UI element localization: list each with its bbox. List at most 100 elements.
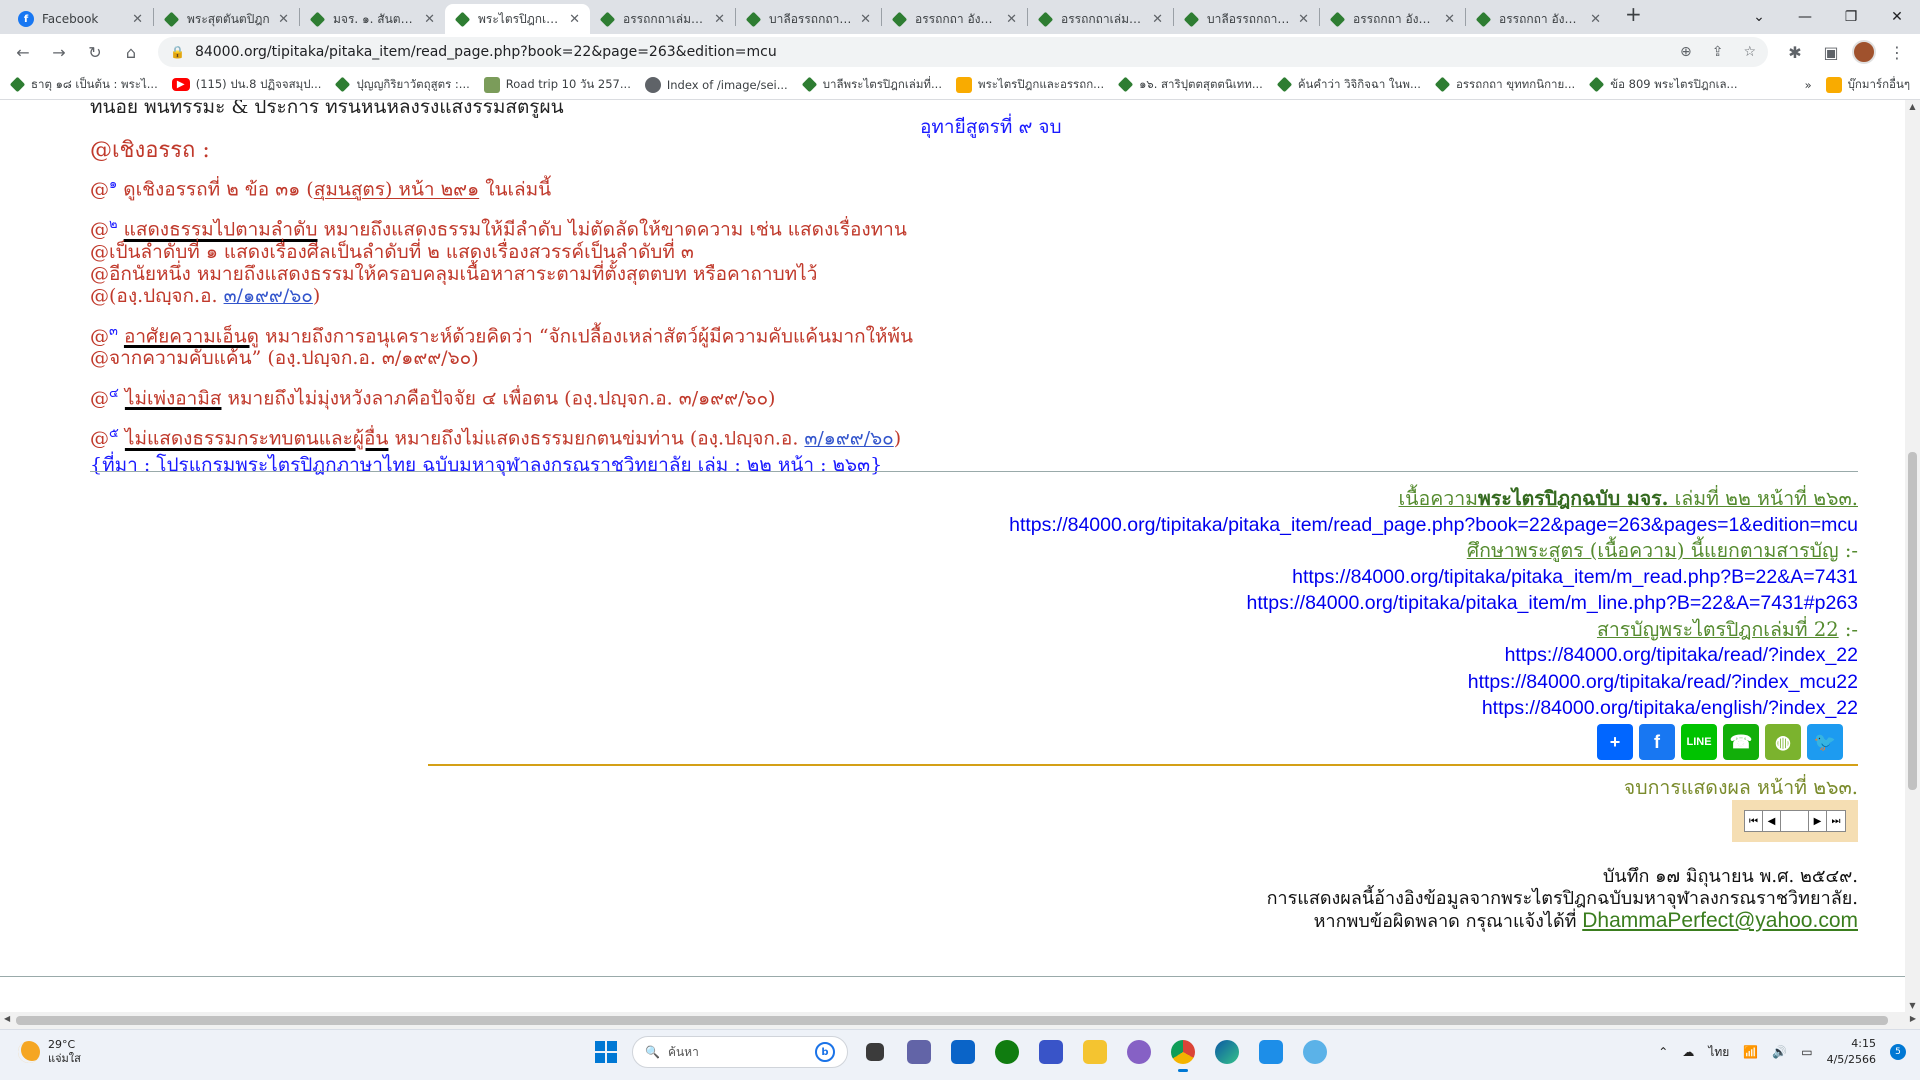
close-icon[interactable]: ✕: [860, 12, 871, 27]
close-icon[interactable]: ✕: [714, 12, 725, 27]
prev-page-button[interactable]: ◀: [1763, 811, 1781, 831]
facebook-share-button[interactable]: f: [1639, 724, 1675, 760]
notification-badge[interactable]: 5: [1890, 1044, 1906, 1060]
next-page-button[interactable]: ▶: [1809, 811, 1827, 831]
scroll-down-icon[interactable]: ▼: [1905, 1001, 1920, 1010]
home-icon[interactable]: ⌂: [116, 37, 146, 67]
reference-link[interactable]: ๓/๑๙๙/๖๐: [804, 428, 893, 450]
browser-tab[interactable]: พระไตรปิฎกเล่มที่ ✕: [445, 4, 590, 34]
app-icon[interactable]: [1254, 1035, 1288, 1069]
teams-chat-icon[interactable]: [902, 1035, 936, 1069]
language-indicator[interactable]: ไทย: [1708, 1043, 1729, 1062]
restore-button[interactable]: ❐: [1828, 0, 1874, 34]
scroll-up-icon[interactable]: ▲: [1905, 102, 1920, 111]
browser-tab[interactable]: บาลีอรรถกถาเล่มที่ ✕: [1174, 4, 1319, 34]
horizontal-scrollbar[interactable]: ◀ ▶: [0, 1012, 1920, 1029]
taskbar-search[interactable]: 🔍 ค้นหา b: [632, 1036, 848, 1068]
cloud-icon[interactable]: ☁: [1682, 1045, 1694, 1059]
bookmark-item[interactable]: บาลีพระไตรปิฎกเล่มที่...: [801, 76, 942, 94]
mail-icon[interactable]: [946, 1035, 980, 1069]
addtoany-share-button[interactable]: +: [1597, 724, 1633, 760]
chrome-icon[interactable]: [1166, 1035, 1200, 1072]
bookmark-item[interactable]: อรรถกถา ขุททกนิกาย...: [1434, 76, 1575, 94]
url-link-english-index[interactable]: https://84000.org/tipitaka/english/?inde…: [1482, 697, 1858, 719]
browser-tab[interactable]: อรรถกถา อังคุตตร ✕: [882, 4, 1027, 34]
close-icon[interactable]: ✕: [1298, 12, 1309, 27]
browser-tab[interactable]: อรรถกถาเล่มที่ ๑๖ ✕: [1028, 4, 1173, 34]
url-link-m-read[interactable]: https://84000.org/tipitaka/pitaka_item/m…: [1292, 566, 1858, 588]
app-icon[interactable]: [1122, 1035, 1156, 1069]
scroll-thumb[interactable]: [1908, 452, 1917, 790]
bookmark-item[interactable]: ปุญญกิริยาวัตถุสูตร :...: [335, 76, 470, 94]
reference-link[interactable]: ๓/๑๙๙/๖๐: [224, 285, 313, 307]
back-icon[interactable]: ←: [8, 37, 38, 67]
browser-tab[interactable]: f Facebook ✕: [8, 4, 153, 34]
footnote-link[interactable]: สุมนสูตร) หน้า ๒๙๑: [314, 178, 479, 200]
task-view-icon[interactable]: [858, 1035, 892, 1069]
study-by-index-link[interactable]: ศึกษาพระสูตร (เนื้อความ) นี้แยกตามสารบัญ: [1467, 539, 1839, 562]
url-link-m-line[interactable]: https://84000.org/tipitaka/pitaka_item/m…: [1247, 592, 1858, 614]
xbox-icon[interactable]: [990, 1035, 1024, 1069]
extensions-icon[interactable]: ✱: [1780, 37, 1810, 67]
bookmark-item[interactable]: ธาตุ ๑๘ เป็นต้น : พระไ...: [9, 76, 158, 94]
reload-icon[interactable]: ↻: [80, 37, 110, 67]
close-icon[interactable]: ✕: [1152, 12, 1163, 27]
bookmark-star-icon[interactable]: ☆: [1743, 44, 1756, 60]
email-link[interactable]: DhammaPerfect@yahoo.com: [1582, 909, 1858, 932]
index-link[interactable]: สารบัญพระไตรปิฎกเล่มที่ 22: [1597, 618, 1839, 641]
app-icon[interactable]: [1034, 1035, 1068, 1069]
browser-tab[interactable]: อรรถกถา อังคุตตร ✕: [1466, 4, 1611, 34]
browser-tab[interactable]: พระสุตตันตปิฎก ✕: [154, 4, 299, 34]
volume-icon[interactable]: 🔊: [1772, 1045, 1787, 1059]
line-share-button[interactable]: LINE: [1681, 724, 1717, 760]
url-link-read-page[interactable]: https://84000.org/tipitaka/pitaka_item/r…: [1009, 514, 1858, 536]
bing-icon[interactable]: b: [815, 1042, 835, 1062]
file-explorer-icon[interactable]: [1078, 1035, 1112, 1069]
browser-tab[interactable]: บาลีอรรถกถาเล่มที่ ✕: [736, 4, 881, 34]
bookmark-item[interactable]: ค้นคำว่า วิจิกิจฉา ในพ...: [1276, 76, 1421, 94]
close-icon[interactable]: ✕: [278, 12, 289, 27]
wechat-share-button[interactable]: ◍: [1765, 724, 1801, 760]
url-link-index[interactable]: https://84000.org/tipitaka/read/?index_2…: [1505, 644, 1858, 666]
edge-icon[interactable]: [1210, 1035, 1244, 1069]
start-button[interactable]: [590, 1036, 622, 1068]
forward-icon[interactable]: →: [44, 37, 74, 67]
whatsapp-share-button[interactable]: ☎: [1723, 724, 1759, 760]
browser-tab[interactable]: อรรถกถาเล่มที่ ๑๖ ✕: [590, 4, 735, 34]
menu-icon[interactable]: ⋮: [1882, 37, 1912, 67]
browser-tab[interactable]: มจร. ๑. สันตโกส ✕: [300, 4, 445, 34]
url-link-index-mcu[interactable]: https://84000.org/tipitaka/read/?index_m…: [1468, 671, 1858, 693]
close-icon[interactable]: ✕: [1444, 12, 1455, 27]
url-text[interactable]: 84000.org/tipitaka/pitaka_item/read_page…: [195, 44, 1660, 60]
bookmark-item[interactable]: Index of /image/sei...: [644, 76, 788, 93]
close-icon[interactable]: ✕: [1006, 12, 1017, 27]
new-tab-button[interactable]: +: [1611, 2, 1656, 32]
profile-avatar[interactable]: [1852, 40, 1876, 64]
weather-widget[interactable]: 29°C แจ่มใส: [18, 1038, 81, 1066]
other-bookmarks-folder[interactable]: บุ๊กมาร์กอื่นๆ: [1825, 76, 1910, 94]
close-icon[interactable]: ✕: [569, 12, 580, 27]
bookmark-item[interactable]: Road trip 10 วัน 257...: [483, 76, 631, 94]
wifi-icon[interactable]: 📶: [1743, 1045, 1758, 1059]
minimize-button[interactable]: —: [1782, 0, 1828, 34]
share-icon[interactable]: ⇪: [1712, 44, 1724, 60]
close-window-button[interactable]: ✕: [1874, 0, 1920, 34]
bookmark-item[interactable]: ๑๖. สาริปุตตสุตตนิเทท...: [1117, 76, 1263, 94]
address-bar[interactable]: 🔒 84000.org/tipitaka/pitaka_item/read_pa…: [158, 37, 1768, 67]
clock[interactable]: 4:15 4/5/2566: [1827, 1036, 1876, 1068]
scroll-left-icon[interactable]: ◀: [4, 1014, 10, 1023]
vertical-scrollbar[interactable]: ▲ ▼: [1905, 100, 1920, 1012]
bookmark-item[interactable]: ▶ (115) ปน.8 ปฏิจจสมุป...: [171, 76, 321, 94]
side-panel-icon[interactable]: ▣: [1816, 37, 1846, 67]
battery-icon[interactable]: ▭: [1801, 1045, 1812, 1059]
bookmark-item[interactable]: พระไตรปิฎกและอรรถก...: [955, 76, 1104, 94]
last-page-button[interactable]: ⏭: [1827, 811, 1845, 831]
scroll-right-icon[interactable]: ▶: [1910, 1014, 1916, 1023]
chevron-up-icon[interactable]: ⌃: [1658, 1045, 1668, 1059]
bookmark-item[interactable]: ข้อ 809 พระไตรปิฎกเล...: [1588, 76, 1738, 94]
zoom-icon[interactable]: ⊕: [1680, 44, 1692, 60]
close-icon[interactable]: ✕: [132, 12, 143, 27]
more-bookmarks-button[interactable]: »: [1805, 78, 1812, 92]
text-source-link[interactable]: เนื้อความพระไตรปิฎกฉบับ มจร. เล่มที่ ๒๒ …: [1399, 487, 1859, 510]
close-icon[interactable]: ✕: [424, 12, 435, 27]
